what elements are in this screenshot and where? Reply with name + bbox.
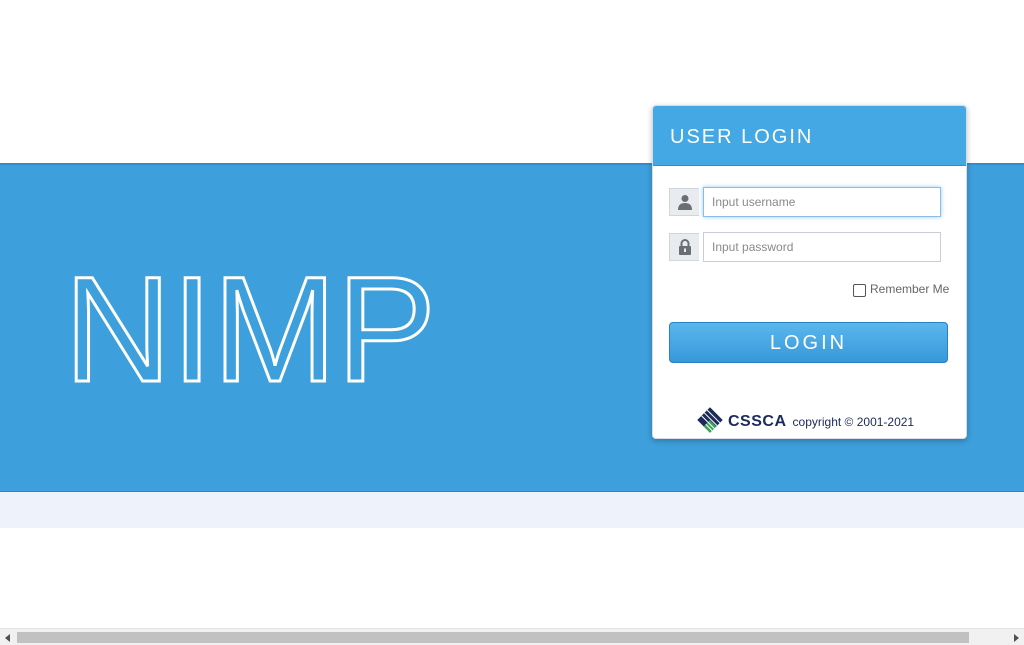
cssca-logo-icon [696, 406, 724, 439]
light-band [0, 492, 1024, 528]
login-button[interactable]: LOGIN [669, 322, 948, 363]
password-row [669, 232, 942, 262]
username-row [669, 187, 942, 217]
login-title: USER LOGIN [670, 126, 814, 148]
login-panel-header: USER LOGIN [653, 106, 966, 166]
remember-me-label: Remember Me [870, 282, 950, 296]
lock-icon [669, 233, 699, 261]
copyright-text: copyright © 2001-2021 [792, 415, 915, 429]
password-input[interactable] [703, 232, 941, 262]
cssca-logo-text: CSSCA [728, 413, 787, 430]
login-panel: USER LOGIN Remember M [652, 105, 967, 439]
footer: CSSCA copyright © 2001-2021 [696, 406, 915, 439]
user-icon [669, 188, 699, 216]
scroll-right-icon[interactable] [1010, 632, 1022, 644]
brand-logo-graphic: NIMP [64, 254, 438, 394]
brand-name: NIMP [64, 254, 436, 394]
login-page: NIMP USER LOGIN Input username Remember … [0, 0, 1024, 645]
username-input[interactable] [703, 187, 941, 217]
scroll-left-icon[interactable] [2, 632, 14, 644]
remember-me[interactable]: Remember Me [853, 281, 949, 297]
remember-me-checkbox[interactable] [853, 283, 866, 297]
scrollbar-thumb[interactable] [17, 632, 969, 643]
horizontal-scrollbar[interactable] [0, 628, 1024, 645]
brand-logo: NIMP [64, 254, 444, 394]
